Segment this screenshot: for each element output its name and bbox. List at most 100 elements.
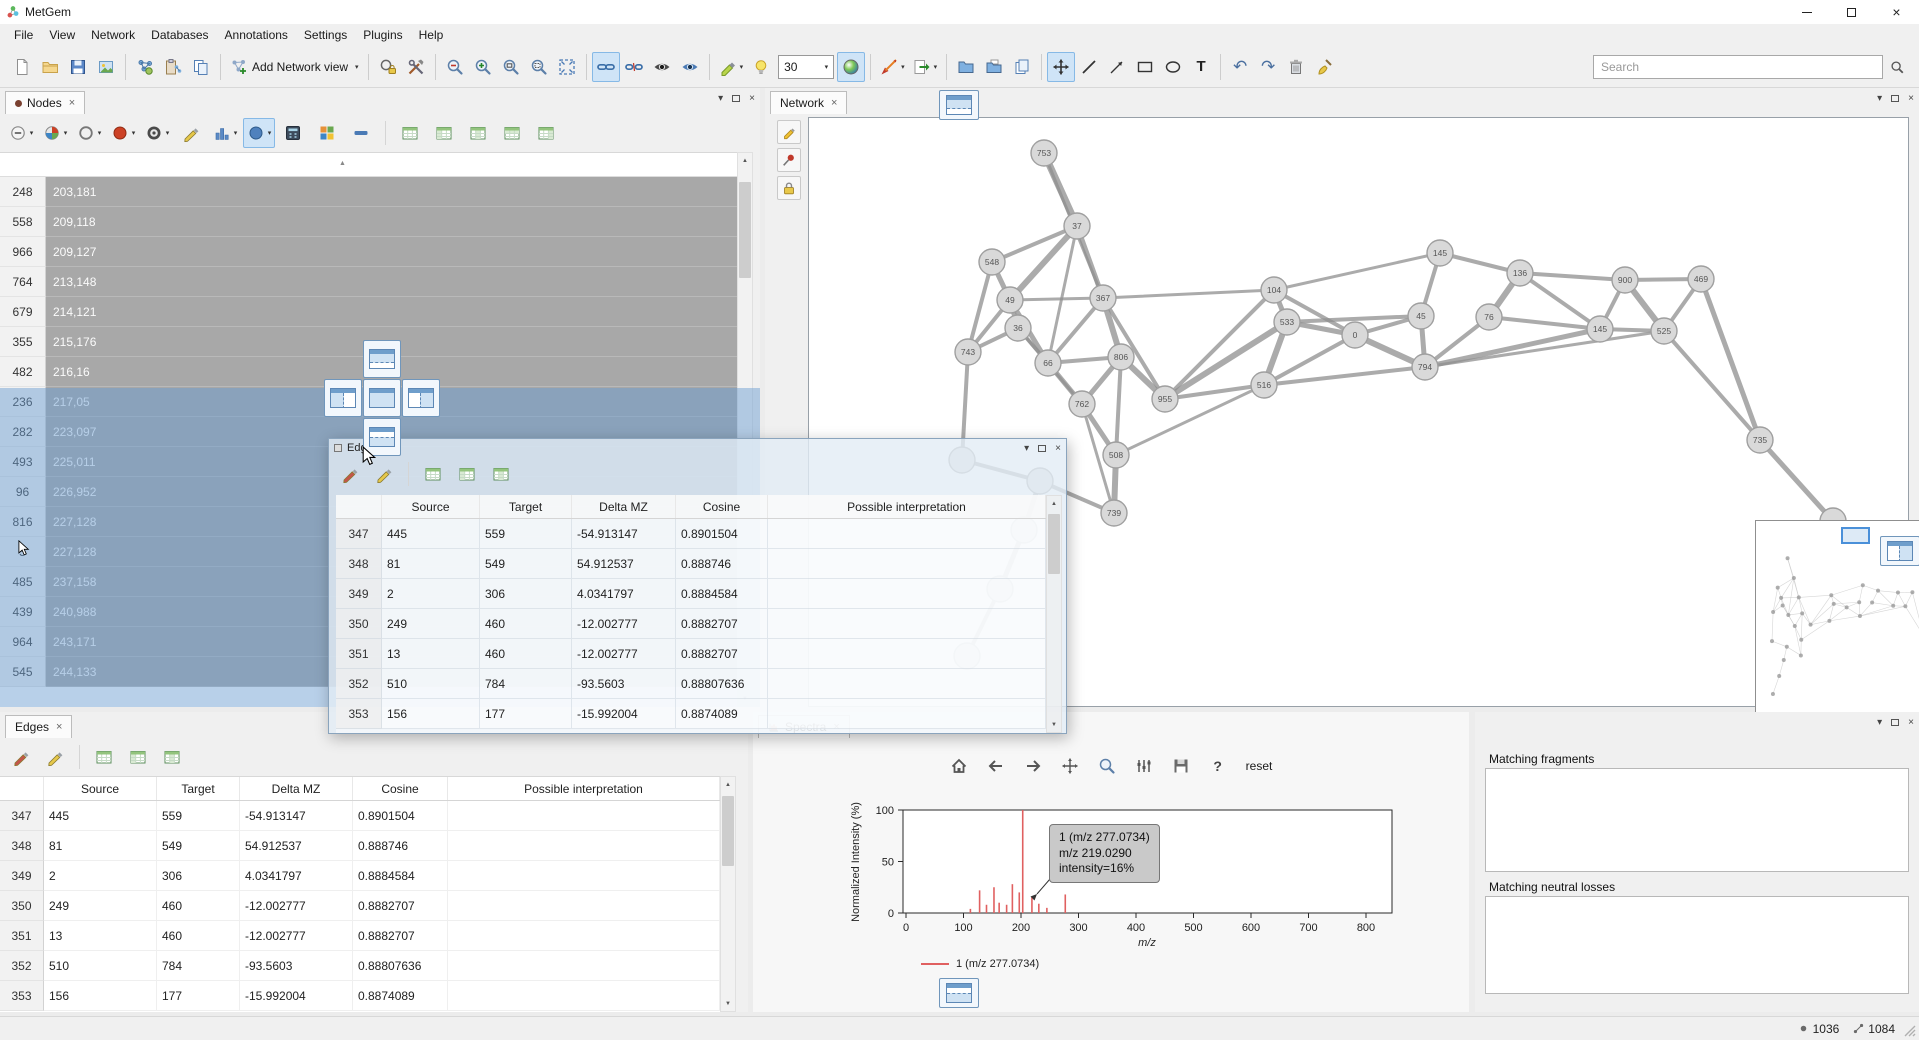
network-node[interactable]: 0 [1342,322,1368,348]
tab-nodes[interactable]: Nodes × [5,91,85,114]
network-node[interactable]: 525 [1651,318,1677,344]
column-chart-button[interactable]: ▾ [209,118,241,148]
pie-colors-button[interactable]: ▾ [39,118,71,148]
dock-guide-center[interactable] [363,379,401,417]
edges-table-row[interactable]: 34923064.03417970.8884584 [0,861,720,891]
close-button[interactable]: × [1874,0,1919,24]
network-compute-button[interactable] [131,52,159,82]
line-tool-button[interactable] [1075,52,1103,82]
dock-guide-edge-bottom[interactable] [939,978,979,1008]
undo-button[interactable]: ↶ [1226,52,1254,82]
nodes-table-row[interactable]: 679214,121 [0,297,737,327]
zoom-lock-button[interactable] [374,52,402,82]
dock-guide-edge-top[interactable] [939,90,979,120]
menu-settings[interactable]: Settings [296,25,355,45]
edges-corner[interactable] [336,495,382,518]
edges-tab-close-icon[interactable]: × [56,721,62,733]
network-node[interactable]: 508 [1103,442,1129,468]
matching-dock-menu-button[interactable]: ▾ [1877,717,1882,728]
table-view-1-button[interactable] [394,118,426,148]
color-grid-button[interactable] [311,118,343,148]
circle-outline-button[interactable]: ▾ [73,118,105,148]
matching-fragments-box[interactable] [1485,768,1909,872]
edges-table-row[interactable]: 353156177-15.9920040.8874089 [0,981,720,1011]
edges-table-row[interactable]: 350249460-12.0027770.8882707 [0,891,720,921]
edges-table[interactable]: SourceTargetDelta MZCosinePossible inter… [0,776,720,1012]
search-input[interactable] [1593,55,1883,79]
edges-table-row[interactable]: 3488154954.9125370.888746 [336,549,1046,579]
blue-bar-button[interactable] [345,118,377,148]
network-dock-menu-button[interactable]: ▾ [1877,93,1882,104]
floating-dock-titlebar[interactable]: Edges ▾ × [329,439,1066,457]
minimize-button[interactable] [1784,0,1829,24]
highlighter-button[interactable]: ▾ [715,52,748,82]
neighbors-lamp-button[interactable] [747,52,775,82]
fullscreen-button[interactable] [553,52,581,82]
circle-red-button[interactable]: ▾ [107,118,139,148]
menu-plugins[interactable]: Plugins [355,25,410,45]
network-node[interactable]: 76 [1476,304,1502,330]
edges-table-scrollbar[interactable]: ▲ ▼ [720,776,736,1012]
network-dock-close-button[interactable]: × [1908,93,1914,104]
nodes-dock-menu-button[interactable]: ▾ [718,93,723,104]
folder-blue-button[interactable] [952,52,980,82]
open-folder-button[interactable] [36,52,64,82]
network-node[interactable]: 45 [1408,303,1434,329]
edges-table-row[interactable]: 35113460-12.0027770.8882707 [0,921,720,951]
nodes-tab-close-icon[interactable]: × [69,97,75,109]
menu-view[interactable]: View [41,25,83,45]
edges-table-row[interactable]: 3488154954.9125370.888746 [0,831,720,861]
matching-losses-box[interactable] [1485,896,1909,994]
network-node[interactable]: 145 [1427,240,1453,266]
add-network-view-button[interactable]: Add Network view▾ [226,52,363,82]
table-view-1-button[interactable] [88,742,120,772]
nodes-table-row[interactable]: 966209,127 [0,237,737,267]
circle-minus-button[interactable]: ▾ [5,118,37,148]
save-button[interactable] [64,52,92,82]
dock-guide-top[interactable] [363,340,401,378]
edges-column-possible-interpretation[interactable]: Possible interpretation [768,495,1046,518]
dark-table-button[interactable] [277,118,309,148]
floating-edges-dock[interactable]: Edges ▾ × SourceTargetDelta MZCosinePoss… [328,438,1067,734]
pen-yellow-button[interactable] [39,742,71,772]
nodes-dock-float-button[interactable] [732,95,740,102]
zoom-in-button[interactable] [469,52,497,82]
unlink-nodes-button[interactable] [620,52,648,82]
table-view-3-button[interactable] [156,742,188,772]
save-image-button[interactable] [92,52,120,82]
maximize-button[interactable] [1829,0,1874,24]
zoom-out-button[interactable] [441,52,469,82]
network-node[interactable]: 955 [1152,386,1178,412]
trash-button[interactable] [1282,52,1310,82]
network-node[interactable]: 900 [1612,267,1638,293]
new-file-button[interactable] [8,52,36,82]
menu-help[interactable]: Help [411,25,452,45]
table-view-4-button[interactable] [496,118,528,148]
scroll-up-icon[interactable]: ▲ [738,153,752,168]
network-node[interactable]: 49 [997,287,1023,313]
edges-column-cosine[interactable]: Cosine [353,777,448,800]
annotation-pencil-button[interactable] [777,120,801,144]
network-node[interactable]: 753 [1031,140,1057,166]
nodes-dock-close-button[interactable]: × [749,93,755,104]
network-node[interactable]: 36 [1005,315,1031,341]
pen-yellow-button[interactable] [175,118,207,148]
link-nodes-button[interactable] [592,52,620,82]
floating-edges-table[interactable]: SourceTargetDelta MZCosinePossible inter… [336,495,1046,733]
network-node[interactable]: 806 [1108,344,1134,370]
tab-network[interactable]: Network × [770,91,847,114]
edges-column-target[interactable]: Target [480,495,572,518]
edges-table-row[interactable]: 35113460-12.0027770.8882707 [336,639,1046,669]
edges-column-delta-mz[interactable]: Delta MZ [572,495,676,518]
arrow-tool-button[interactable] [1103,52,1131,82]
menu-annotations[interactable]: Annotations [217,25,296,45]
target-button[interactable]: ▾ [141,118,173,148]
color-sphere-button[interactable] [837,52,865,82]
dock-guide-edge-right[interactable] [1880,536,1919,566]
edges-table-row[interactable]: 347445559-54.9131470.8901504 [0,801,720,831]
copy-pages-button[interactable] [1008,52,1036,82]
scroll-up-icon[interactable]: ▲ [1047,496,1061,511]
pin-button[interactable] [777,148,801,172]
menu-file[interactable]: File [6,25,41,45]
floating-table-scrollbar[interactable]: ▲ ▼ [1046,495,1062,733]
